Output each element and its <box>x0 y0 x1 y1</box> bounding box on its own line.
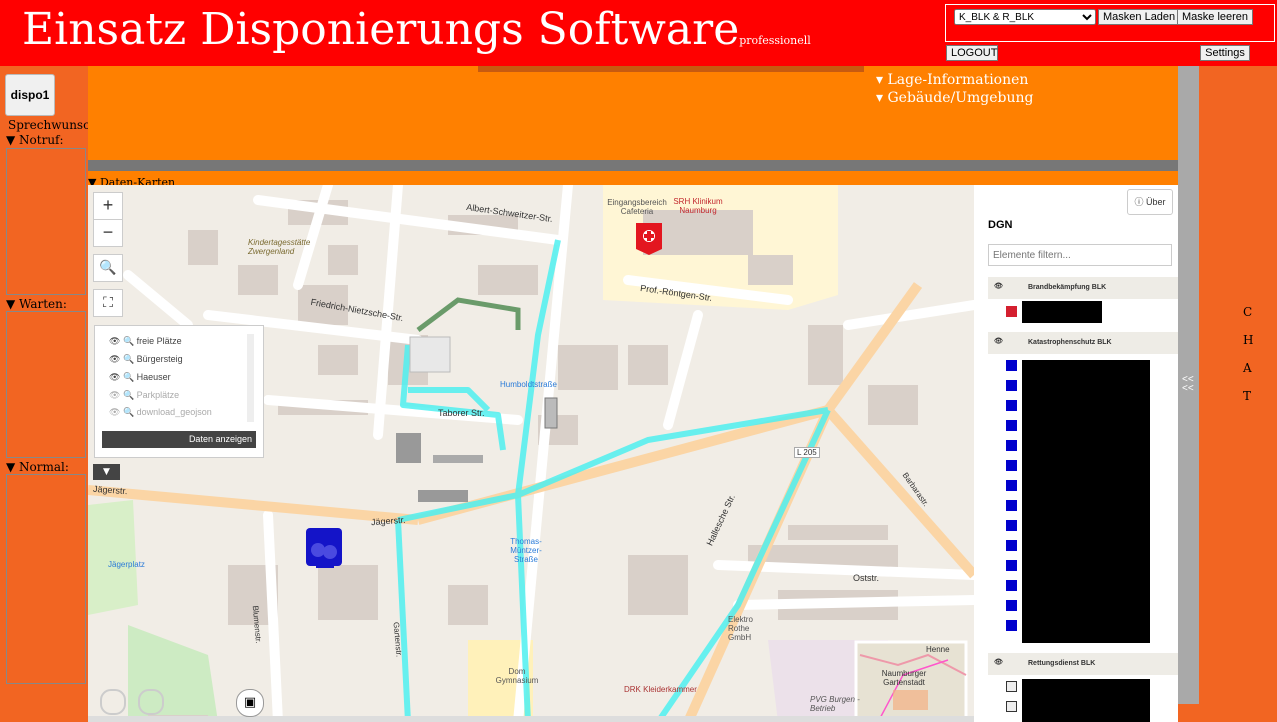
redacted-block <box>1022 360 1150 643</box>
layer-label: Haeuser <box>136 372 171 382</box>
map-label-eingangsbereich: Eingangsbereich Cafeteria <box>607 198 667 216</box>
settings-button[interactable]: Settings <box>1200 45 1250 61</box>
layer-row[interactable]: 👁 🔍 download_geojson <box>109 407 212 418</box>
chat-letter[interactable]: A <box>1243 361 1252 375</box>
logout-button[interactable]: LOGOUT <box>946 45 998 61</box>
subtitle-text: professionell <box>739 34 811 47</box>
layer-row[interactable]: 👁 🔍 freie Plätze <box>109 336 182 347</box>
eye-icon[interactable]: 👁 <box>109 372 120 382</box>
chat-letter[interactable]: T <box>1243 389 1251 403</box>
unit-icon-column[interactable] <box>1006 360 1017 640</box>
map-label-pvg: PVG Burgen - Betrieb <box>810 695 860 713</box>
redacted-block <box>1022 301 1102 323</box>
layer-scrollbar[interactable] <box>247 334 254 422</box>
mask-select[interactable]: K_BLK & R_BLK <box>954 9 1096 25</box>
layer-label: download_geojson <box>136 407 212 417</box>
dispo-button[interactable]: dispo1 <box>5 74 55 116</box>
show-data-button[interactable]: Daten anzeigen <box>102 431 256 448</box>
app-title: Einsatz Disponierungs Softwareprofession… <box>22 4 811 55</box>
layer-panel: ⓘ Über DGN 👁 Brandbekämpfung BLK 👁 Katastr… <box>974 185 1178 722</box>
notruf-slot[interactable] <box>6 148 86 295</box>
warten-toggle[interactable]: ▼ Warten: <box>6 297 67 311</box>
map-label-kita: Kindertagesstätte Zwergenland <box>248 238 311 256</box>
eye-icon[interactable]: 👁 <box>109 407 120 417</box>
map-label-elektro: Elektro Rothe GmbH <box>728 615 753 642</box>
map-view[interactable]: Albert-Schweitzer-Str. Friedrich-Nietzsc… <box>88 185 974 722</box>
group-header-kat[interactable]: 👁 Katastrophenschutz BLK <box>988 332 1178 354</box>
group-header-brand[interactable]: 👁 Brandbekämpfung BLK <box>988 277 1178 299</box>
map-label-taborer: Taborer Str. <box>438 408 485 418</box>
normal-slot[interactable] <box>6 474 86 684</box>
fullscreen-icon[interactable]: ⛶ <box>93 289 123 317</box>
eye-icon[interactable]: 👁 <box>994 337 1003 345</box>
group-name: Rettungsdienst BLK <box>1028 660 1096 667</box>
unit-icon[interactable] <box>1006 681 1017 692</box>
panel-divider <box>88 160 1178 171</box>
map-label-thomas-muentzer: Thomas-Müntzer-Straße <box>510 537 542 564</box>
normal-toggle[interactable]: ▼ Normal: <box>6 460 69 474</box>
notruf-toggle[interactable]: ▼ Notruf: <box>6 133 64 147</box>
chat-panel[interactable] <box>1199 66 1277 722</box>
group-header-rettung[interactable]: 👁 Rettungsdienst BLK <box>988 653 1178 675</box>
map-label-dom: Dom Gymnasium <box>495 667 539 685</box>
collapse-toggle[interactable]: << << <box>1182 375 1194 394</box>
lage-info-toggle[interactable]: ▾ Lage-Informationen <box>876 72 1028 88</box>
layer-label: Bürgersteig <box>136 354 183 364</box>
chat-letter[interactable]: C <box>1243 305 1252 319</box>
layer-row[interactable]: 👁 🔍 Haeuser <box>109 372 171 383</box>
group-name: Brandbekämpfung BLK <box>1028 284 1107 291</box>
map-label-humboldtstrasse: Humboldtstraße <box>500 380 557 389</box>
map-label-jaegerplatz: Jägerplatz <box>108 560 145 569</box>
unit-icon[interactable] <box>1006 306 1017 317</box>
map-label-srh: SRH Klinikum Naumburg <box>673 197 723 215</box>
layer-label: freie Plätze <box>136 336 182 346</box>
map-label-drk: DRK Kleiderkammer <box>624 685 697 694</box>
eye-icon[interactable]: 👁 <box>109 390 120 400</box>
sprechwunsch-label: Sprechwunsch <box>8 118 98 132</box>
filter-input[interactable] <box>988 244 1172 266</box>
map-label-oststr: Oststr. <box>853 573 880 583</box>
minimap-label: Naumburger Gartenstadt <box>881 669 927 687</box>
minimap-label-henne: Henne <box>926 645 950 654</box>
about-button[interactable]: ⓘ Über <box>1127 189 1173 215</box>
search-icon[interactable]: 🔍 <box>93 254 123 282</box>
eye-icon[interactable]: 👁 <box>109 336 120 346</box>
layer-row[interactable]: 👁 🔍 Parkplätze <box>109 390 179 401</box>
layer-row[interactable]: 👁 🔍 Bürgersteig <box>109 354 183 365</box>
load-masks-button[interactable]: Masken Laden <box>1098 9 1181 25</box>
warten-slot[interactable] <box>6 311 86 458</box>
unit-icon[interactable] <box>1006 701 1017 712</box>
zoom-in-button[interactable]: + <box>93 192 123 220</box>
info-strip <box>478 66 864 72</box>
chevron-down-icon[interactable]: ▼ <box>93 464 120 480</box>
forward-icon[interactable] <box>138 689 164 715</box>
video-icon[interactable]: ▣ <box>236 689 264 717</box>
gebaeude-toggle[interactable]: ▾ Gebäude/Umgebung <box>876 90 1034 106</box>
panel-title: DGN <box>988 219 1013 231</box>
redacted-block <box>1022 679 1150 722</box>
layer-switcher: 👁 🔍 freie Plätze 👁 🔍 Bürgersteig 👁 🔍 Hae… <box>94 325 264 458</box>
eye-icon[interactable]: 👁 <box>994 282 1003 290</box>
map-label-l205: L 205 <box>794 447 820 458</box>
title-text: Einsatz Disponierungs Software <box>22 4 740 55</box>
eye-icon[interactable]: 👁 <box>109 354 120 364</box>
clear-mask-button[interactable]: Maske leeren <box>1177 9 1254 25</box>
back-icon[interactable] <box>100 689 126 715</box>
zoom-out-button[interactable]: − <box>93 219 123 247</box>
layer-label: Parkplätze <box>136 390 180 400</box>
daten-karten-bar: ▼ Daten-Karten <box>88 171 1178 189</box>
about-label: Über <box>1146 197 1166 207</box>
group-name: Katastrophenschutz BLK <box>1028 339 1112 346</box>
info-icon: ⓘ <box>1134 197 1144 207</box>
eye-icon[interactable]: 👁 <box>994 658 1003 666</box>
chat-letter[interactable]: H <box>1243 333 1253 347</box>
